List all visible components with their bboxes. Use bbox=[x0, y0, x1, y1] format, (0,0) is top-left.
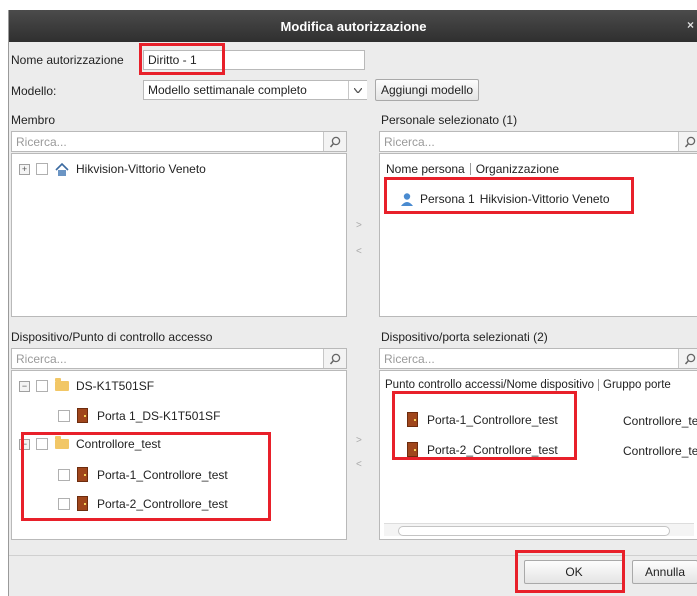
scrollbar-thumb[interactable] bbox=[398, 526, 670, 536]
devices-label: Dispositivo/Punto di controllo accesso bbox=[11, 330, 213, 344]
member-search[interactable]: Ricerca... bbox=[11, 131, 347, 152]
title-bar: Modifica autorizzazione × bbox=[9, 10, 697, 42]
remove-person-arrow[interactable]: < bbox=[356, 246, 362, 257]
device-search-placeholder: Ricerca... bbox=[16, 352, 67, 366]
col-organization[interactable]: Organizzazione bbox=[476, 162, 559, 176]
add-device-arrow[interactable]: > bbox=[356, 435, 362, 446]
org-node-label: Hikvision-Vittorio Veneto bbox=[76, 162, 206, 176]
personnel-table-header: Nome persona Organizzazione bbox=[386, 162, 559, 176]
member-label: Membro bbox=[11, 113, 56, 127]
chevron-down-icon bbox=[354, 87, 362, 93]
selected-devices-header: Punto controllo accessi/Nome dispositivo… bbox=[385, 379, 671, 391]
org-checkbox[interactable] bbox=[36, 163, 48, 175]
search-icon[interactable] bbox=[678, 132, 697, 151]
search-icon[interactable] bbox=[678, 349, 697, 368]
selected-door-group: Controllore_te bbox=[623, 414, 697, 428]
selected-door-group: Controllore_te bbox=[623, 444, 697, 458]
model-select-value: Modello settimanale completo bbox=[148, 83, 307, 97]
model-dropdown-button[interactable] bbox=[348, 81, 367, 99]
col-device-name[interactable]: Punto controllo accessi/Nome dispositivo bbox=[385, 379, 594, 391]
model-label: Modello: bbox=[11, 84, 57, 98]
device-search[interactable]: Ricerca... bbox=[11, 348, 347, 369]
dialog-window: Modifica autorizzazione × Nome autorizza… bbox=[8, 10, 697, 596]
cancel-button[interactable]: Annulla bbox=[632, 560, 697, 584]
member-search-placeholder: Ricerca... bbox=[16, 135, 67, 149]
highlight-selected-doors bbox=[392, 391, 577, 460]
personnel-search-placeholder: Ricerca... bbox=[384, 135, 435, 149]
folder-icon bbox=[55, 378, 69, 391]
device-node-label: DS-K1T501SF bbox=[76, 379, 155, 393]
dialog-title: Modifica autorizzazione bbox=[280, 18, 427, 34]
highlight-person bbox=[384, 177, 634, 214]
selected-device-search-placeholder: Ricerca... bbox=[384, 352, 435, 366]
remove-device-arrow[interactable]: < bbox=[356, 459, 362, 470]
highlight-device-tree bbox=[21, 432, 271, 521]
model-select[interactable]: Modello settimanale completo bbox=[143, 80, 367, 100]
add-person-arrow[interactable]: > bbox=[356, 220, 362, 231]
device-checkbox[interactable] bbox=[36, 380, 48, 392]
close-icon[interactable]: × bbox=[687, 18, 694, 32]
collapse-icon[interactable]: − bbox=[19, 380, 30, 392]
horizontal-scrollbar[interactable] bbox=[384, 523, 694, 536]
door-label: Porta 1_DS-K1T501SF bbox=[97, 408, 221, 423]
tree-node-device[interactable]: − DS-K1T501SF bbox=[19, 378, 155, 393]
col-person-name[interactable]: Nome persona bbox=[386, 162, 465, 176]
tree-leaf-door[interactable]: Porta 1_DS-K1T501SF bbox=[58, 408, 220, 423]
door-checkbox[interactable] bbox=[58, 409, 70, 422]
selected-personnel-label: Personale selezionato (1) bbox=[381, 113, 518, 127]
highlight-ok bbox=[515, 550, 625, 593]
add-model-button[interactable]: Aggiungi modello bbox=[375, 79, 479, 101]
home-icon bbox=[55, 162, 69, 176]
selected-devices-label: Dispositivo/porta selezionati (2) bbox=[381, 330, 548, 344]
expand-icon[interactable]: + bbox=[19, 163, 30, 175]
member-tree-panel: + Hikvision-Vittorio Veneto bbox=[11, 153, 347, 317]
personnel-search[interactable]: Ricerca... bbox=[379, 131, 697, 152]
col-door-group[interactable]: Gruppo porte bbox=[603, 379, 671, 391]
tree-node-org[interactable]: + Hikvision-Vittorio Veneto bbox=[19, 162, 206, 176]
door-icon bbox=[77, 408, 88, 423]
selected-device-search[interactable]: Ricerca... bbox=[379, 348, 697, 369]
search-icon[interactable] bbox=[323, 132, 346, 151]
name-label: Nome autorizzazione bbox=[11, 53, 124, 67]
search-icon[interactable] bbox=[323, 349, 346, 368]
highlight-name bbox=[139, 43, 225, 75]
